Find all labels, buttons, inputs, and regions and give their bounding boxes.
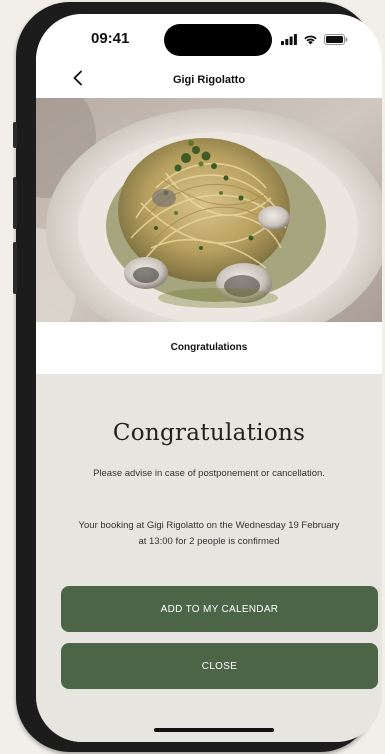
- battery-icon: [324, 32, 348, 50]
- status-time: 09:41: [91, 30, 130, 47]
- add-to-calendar-button[interactable]: ADD TO MY CALENDAR: [61, 586, 378, 632]
- close-button[interactable]: CLOSE: [61, 643, 378, 689]
- confirmation-panel: Congratulations Please advise in case of…: [36, 374, 382, 742]
- phone-frame: 09:41 Gigi Rigolatto Congratulations Con…: [13, 2, 382, 752]
- phone-screen: 09:41 Gigi Rigolatto Congratulations Con…: [36, 14, 382, 742]
- add-to-calendar-label: ADD TO MY CALENDAR: [160, 603, 279, 615]
- signal-icon: [281, 32, 297, 50]
- wifi-icon: [303, 32, 318, 50]
- home-indicator[interactable]: [154, 728, 274, 732]
- close-label: CLOSE: [201, 660, 238, 672]
- dynamic-island: [164, 24, 272, 56]
- restaurant-title: Gigi Rigolatto: [172, 74, 246, 86]
- confirmation-subheader: Congratulations: [36, 322, 382, 374]
- action-button: [13, 122, 17, 148]
- volume-down-button: [13, 242, 17, 294]
- subheader-title: Congratulations: [170, 342, 248, 353]
- hero-dish-image: [36, 78, 382, 348]
- booking-message: Your booking at Gigi Rigolatto on the We…: [78, 520, 340, 547]
- advice-message: Please advise in case of postponement or…: [93, 468, 325, 479]
- navigation-bar: Gigi Rigolatto: [36, 64, 382, 98]
- status-icons: [281, 32, 348, 50]
- volume-up-button: [13, 177, 17, 229]
- status-bar: 09:41: [36, 14, 382, 64]
- confirmation-heading: Congratulations: [112, 420, 306, 446]
